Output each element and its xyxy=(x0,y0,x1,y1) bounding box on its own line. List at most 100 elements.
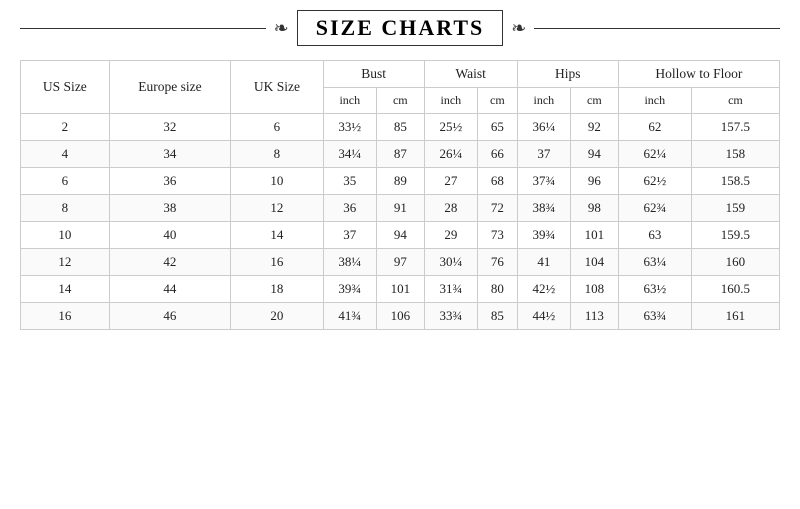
left-ornament: ❧ xyxy=(274,18,289,39)
table-cell: 104 xyxy=(570,249,618,276)
table-cell: 46 xyxy=(109,303,230,330)
table-cell: 101 xyxy=(570,222,618,249)
table-cell: 35 xyxy=(323,168,376,195)
table-cell: 37 xyxy=(323,222,376,249)
col-bust: Bust xyxy=(323,61,424,88)
table-cell: 42 xyxy=(109,249,230,276)
table-cell: 36 xyxy=(109,168,230,195)
table-row: 636103589276837¾9662½158.5 xyxy=(21,168,780,195)
table-cell: 33¾ xyxy=(424,303,477,330)
header-right-line xyxy=(534,28,780,29)
table-cell: 44 xyxy=(109,276,230,303)
table-cell: 97 xyxy=(376,249,424,276)
table-cell: 25½ xyxy=(424,114,477,141)
table-cell: 31¾ xyxy=(424,276,477,303)
table-cell: 12 xyxy=(21,249,110,276)
table-cell: 160 xyxy=(691,249,779,276)
col-htf-cm: cm xyxy=(691,88,779,114)
col-htf: Hollow to Floor xyxy=(618,61,779,88)
table-cell: 113 xyxy=(570,303,618,330)
table-cell: 8 xyxy=(231,141,324,168)
table-cell: 91 xyxy=(376,195,424,222)
table-cell: 18 xyxy=(231,276,324,303)
table-row: 12421638¼9730¼764110463¼160 xyxy=(21,249,780,276)
table-row: 1040143794297339¾10163159.5 xyxy=(21,222,780,249)
table-row: 232633½8525½6536¼9262157.5 xyxy=(21,114,780,141)
table-cell: 101 xyxy=(376,276,424,303)
table-cell: 62 xyxy=(618,114,691,141)
table-cell: 12 xyxy=(231,195,324,222)
table-cell: 96 xyxy=(570,168,618,195)
table-cell: 10 xyxy=(21,222,110,249)
header-left-line xyxy=(20,28,266,29)
table-cell: 62¼ xyxy=(618,141,691,168)
table-cell: 39¾ xyxy=(323,276,376,303)
table-cell: 29 xyxy=(424,222,477,249)
table-cell: 94 xyxy=(570,141,618,168)
table-cell: 34 xyxy=(109,141,230,168)
col-us-size: US Size xyxy=(21,61,110,114)
col-waist-cm: cm xyxy=(477,88,517,114)
table-cell: 2 xyxy=(21,114,110,141)
table-cell: 158 xyxy=(691,141,779,168)
page-header: ❧ SIZE CHARTS ❧ xyxy=(20,10,780,46)
col-hips-inch: inch xyxy=(517,88,570,114)
table-cell: 16 xyxy=(21,303,110,330)
table-row: 838123691287238¾9862¾159 xyxy=(21,195,780,222)
table-cell: 6 xyxy=(231,114,324,141)
table-row: 14441839¾10131¾8042½10863½160.5 xyxy=(21,276,780,303)
table-cell: 94 xyxy=(376,222,424,249)
table-cell: 158.5 xyxy=(691,168,779,195)
table-cell: 108 xyxy=(570,276,618,303)
table-cell: 42½ xyxy=(517,276,570,303)
col-eu-size: Europe size xyxy=(109,61,230,114)
col-hips: Hips xyxy=(517,61,618,88)
table-cell: 27 xyxy=(424,168,477,195)
table-cell: 16 xyxy=(231,249,324,276)
table-cell: 38¾ xyxy=(517,195,570,222)
table-cell: 62¾ xyxy=(618,195,691,222)
table-cell: 4 xyxy=(21,141,110,168)
table-cell: 87 xyxy=(376,141,424,168)
table-cell: 161 xyxy=(691,303,779,330)
table-cell: 160.5 xyxy=(691,276,779,303)
col-waist: Waist xyxy=(424,61,517,88)
table-cell: 10 xyxy=(231,168,324,195)
table-cell: 14 xyxy=(231,222,324,249)
table-cell: 34¼ xyxy=(323,141,376,168)
table-cell: 106 xyxy=(376,303,424,330)
table-cell: 33½ xyxy=(323,114,376,141)
table-row: 16462041¾10633¾8544½11363¾161 xyxy=(21,303,780,330)
table-cell: 63¾ xyxy=(618,303,691,330)
page-title: SIZE CHARTS xyxy=(297,10,504,46)
table-cell: 14 xyxy=(21,276,110,303)
table-cell: 6 xyxy=(21,168,110,195)
table-cell: 30¼ xyxy=(424,249,477,276)
right-ornament: ❧ xyxy=(511,18,526,39)
col-waist-inch: inch xyxy=(424,88,477,114)
table-cell: 36¼ xyxy=(517,114,570,141)
table-row: 434834¼8726¼66379462¼158 xyxy=(21,141,780,168)
table-cell: 39¾ xyxy=(517,222,570,249)
table-cell: 41¾ xyxy=(323,303,376,330)
table-cell: 32 xyxy=(109,114,230,141)
table-cell: 37¾ xyxy=(517,168,570,195)
table-cell: 38¼ xyxy=(323,249,376,276)
table-cell: 8 xyxy=(21,195,110,222)
table-cell: 62½ xyxy=(618,168,691,195)
size-chart-table: US Size Europe size UK Size Bust Waist H… xyxy=(20,60,780,330)
table-cell: 41 xyxy=(517,249,570,276)
table-cell: 66 xyxy=(477,141,517,168)
table-cell: 159 xyxy=(691,195,779,222)
table-cell: 44½ xyxy=(517,303,570,330)
table-cell: 63¼ xyxy=(618,249,691,276)
table-cell: 73 xyxy=(477,222,517,249)
table-cell: 40 xyxy=(109,222,230,249)
table-cell: 76 xyxy=(477,249,517,276)
table-cell: 20 xyxy=(231,303,324,330)
table-cell: 72 xyxy=(477,195,517,222)
table-cell: 36 xyxy=(323,195,376,222)
table-cell: 26¼ xyxy=(424,141,477,168)
table-cell: 80 xyxy=(477,276,517,303)
table-cell: 38 xyxy=(109,195,230,222)
